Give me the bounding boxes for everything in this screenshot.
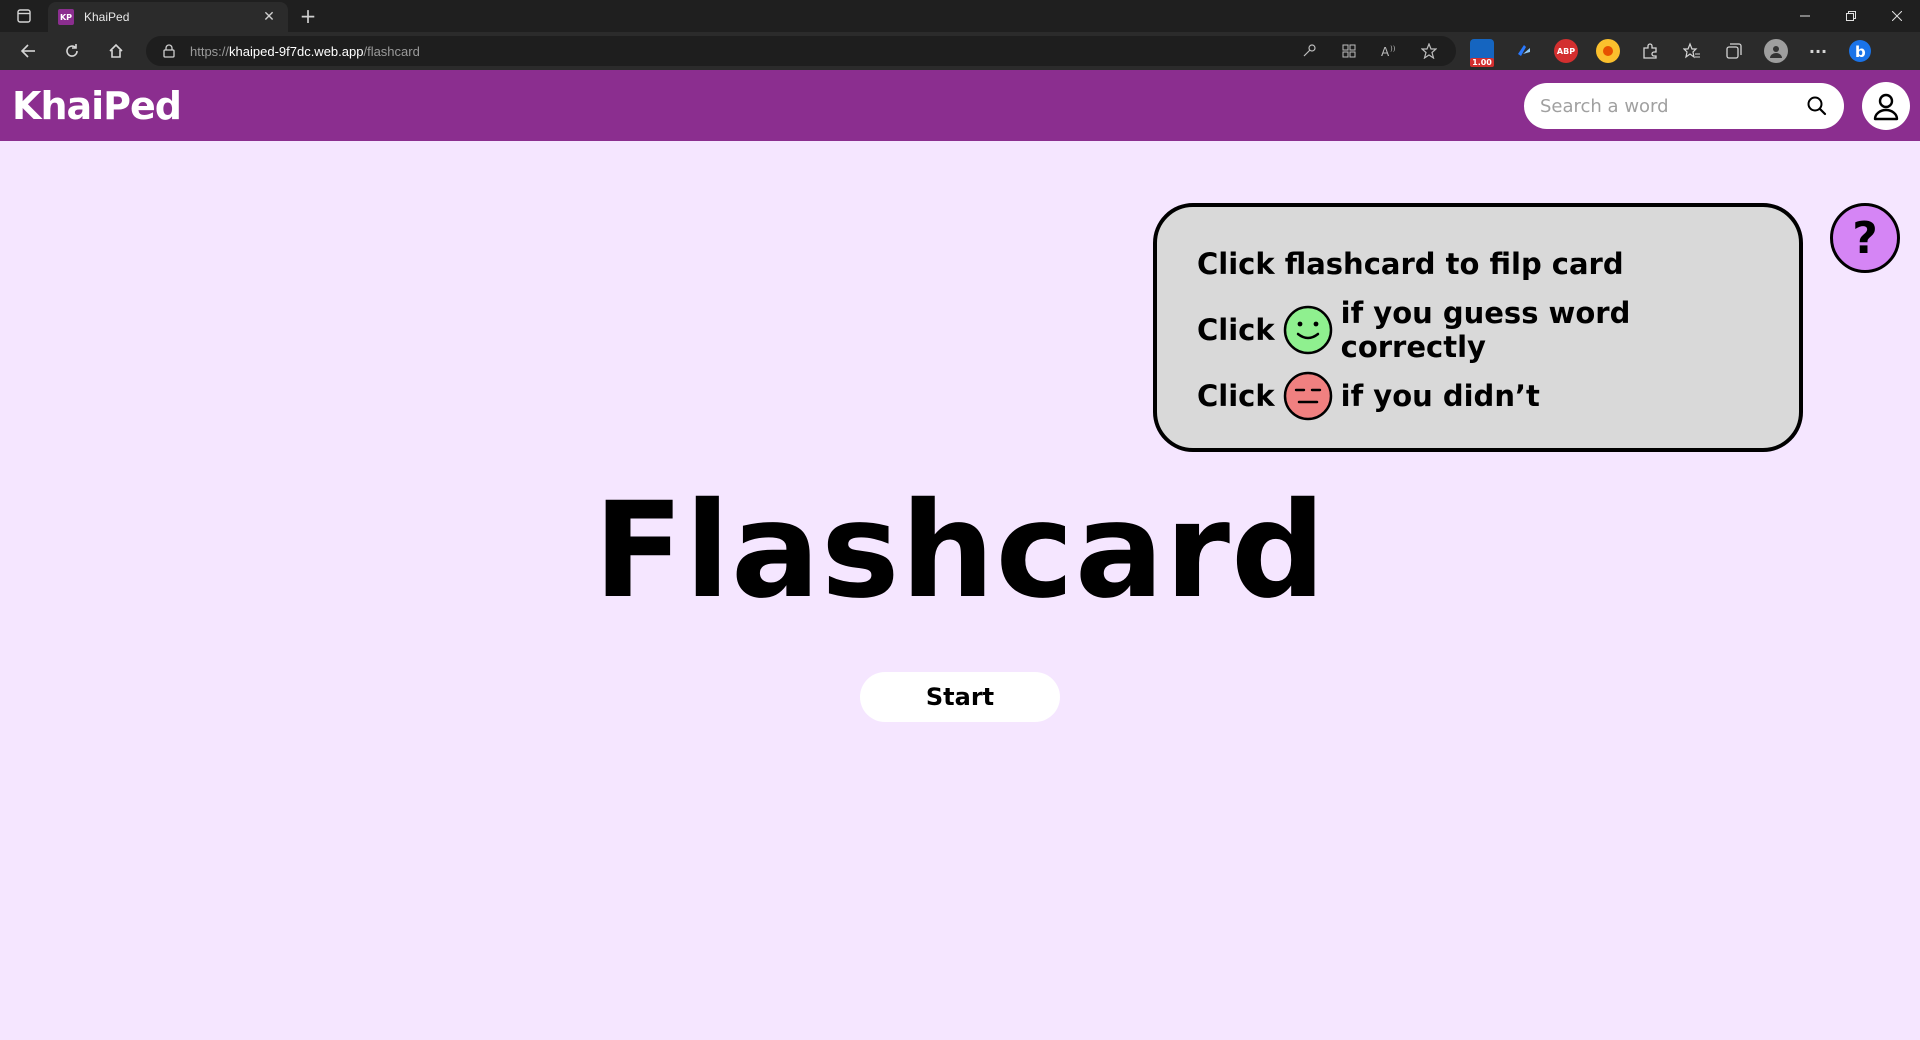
browser-tab[interactable]: KP KhaiPed ✕ [48, 2, 288, 32]
help-line-correct-suffix: if you guess word correctly [1340, 296, 1631, 364]
speed-extension-icon[interactable]: 1.00 [1470, 39, 1494, 67]
search-input[interactable] [1540, 95, 1806, 117]
apps-icon[interactable] [1336, 41, 1362, 61]
page-title: Flashcard [593, 474, 1327, 628]
logo[interactable]: KhaiPed [12, 84, 182, 128]
favorite-star-icon[interactable] [1416, 41, 1442, 61]
translate-extension-icon[interactable] [1512, 39, 1536, 63]
user-icon [1873, 93, 1899, 121]
tab-close-icon[interactable]: ✕ [260, 9, 278, 25]
help-line-flip-text: Click flashcard to filp card [1197, 247, 1624, 281]
color-extension-icon[interactable] [1596, 39, 1620, 63]
url-text: https://khaiped-9f7dc.web.app/flashcard [190, 44, 420, 59]
help-line-flip: Click flashcard to filp card [1197, 239, 1759, 289]
restore-icon[interactable] [1828, 0, 1874, 32]
search-bar [1524, 83, 1844, 129]
browser-tab-bar: KP KhaiPed ✕ + [0, 0, 1920, 32]
minimize-icon[interactable] [1782, 0, 1828, 32]
svg-text:A: A [1381, 45, 1390, 58]
new-tab-button[interactable]: + [296, 4, 320, 28]
tab-favicon-icon: KP [58, 9, 74, 25]
extension-icons: 1.00 ABP ··· b [1470, 39, 1872, 67]
svg-text:)): )) [1390, 45, 1396, 53]
search-icon[interactable] [1806, 95, 1828, 117]
url-field[interactable]: https://khaiped-9f7dc.web.app/flashcard … [146, 36, 1456, 66]
help-line-correct-prefix: Click [1197, 313, 1275, 347]
adblock-extension-icon[interactable]: ABP [1554, 39, 1578, 63]
home-icon[interactable] [102, 39, 130, 63]
key-icon[interactable] [1296, 41, 1322, 61]
extensions-puzzle-icon[interactable] [1638, 39, 1662, 63]
url-scheme: https:// [190, 43, 230, 59]
help-line-wrong-prefix: Click [1197, 379, 1275, 413]
profile-button[interactable] [1862, 82, 1910, 130]
browser-address-bar: https://khaiped-9f7dc.web.app/flashcard … [0, 32, 1920, 70]
url-host: khaiped-9f7dc.web.app [229, 43, 364, 59]
sad-face-icon [1283, 371, 1333, 421]
tab-title: KhaiPed [84, 10, 130, 24]
svg-text:b: b [1855, 43, 1866, 61]
help-line-wrong: Click if you didn’t [1197, 371, 1759, 421]
start-button[interactable]: Start [860, 672, 1060, 722]
help-button[interactable]: ? [1830, 203, 1900, 273]
more-menu-icon[interactable]: ··· [1806, 39, 1830, 63]
collections-icon[interactable] [1722, 39, 1746, 63]
close-window-icon[interactable] [1874, 0, 1920, 32]
happy-face-icon [1283, 305, 1333, 355]
url-path: /flashcard [363, 43, 420, 59]
window-controls [1782, 0, 1920, 32]
speed-badge: 1.00 [1470, 58, 1494, 67]
tab-actions-icon[interactable] [10, 6, 38, 26]
bing-copilot-icon[interactable]: b [1848, 39, 1872, 63]
help-instructions-card: Click flashcard to filp card Click if yo… [1153, 203, 1803, 452]
lock-icon[interactable] [162, 44, 176, 58]
refresh-icon[interactable] [58, 39, 86, 63]
help-line-wrong-suffix: if you didn’t [1340, 379, 1540, 413]
back-icon[interactable] [14, 39, 42, 63]
favorites-icon[interactable] [1680, 39, 1704, 63]
read-aloud-icon[interactable]: A)) [1376, 41, 1402, 61]
help-line-correct: Click if you guess word correctly [1197, 296, 1759, 364]
url-actions: A)) [1296, 41, 1442, 61]
app-header: KhaiPed [0, 70, 1920, 141]
browser-profile-icon[interactable] [1764, 39, 1788, 63]
